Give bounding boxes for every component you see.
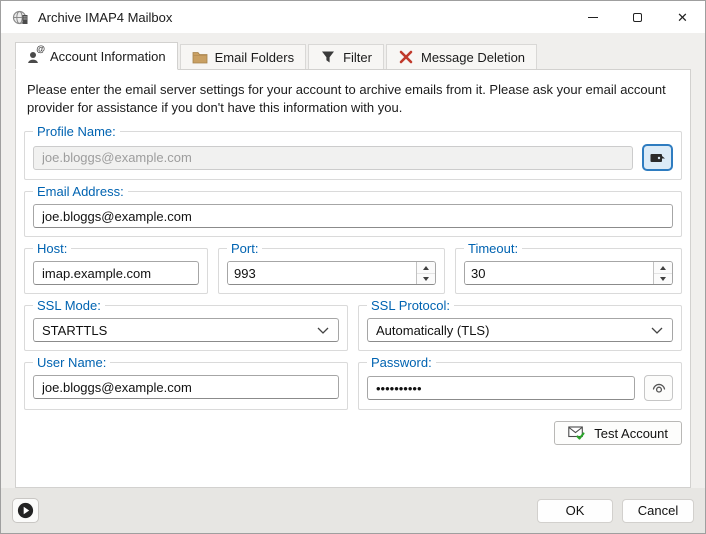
- minimize-button[interactable]: [570, 1, 615, 33]
- host-group: Host:: [24, 248, 208, 294]
- timeout-group: Timeout:: [455, 248, 682, 294]
- dialog-window: Archive IMAP4 Mailbox ✕ @ Account Inform…: [0, 0, 706, 534]
- tab-strip: @ Account Information Email Folders Filt…: [1, 41, 705, 69]
- timeout-label: Timeout:: [464, 241, 522, 256]
- port-increment-button[interactable]: [417, 262, 435, 273]
- window-title: Archive IMAP4 Mailbox: [38, 10, 570, 25]
- tab-label: Filter: [343, 50, 372, 65]
- window-controls: ✕: [570, 1, 705, 33]
- cancel-button[interactable]: Cancel: [622, 499, 694, 523]
- app-icon: [12, 9, 29, 26]
- email-address-label: Email Address:: [33, 184, 128, 199]
- ssl-protocol-label: SSL Protocol:: [367, 298, 454, 313]
- up-arrow-icon: [423, 266, 429, 270]
- port-input[interactable]: [228, 262, 416, 284]
- down-arrow-icon: [660, 277, 666, 281]
- account-information-page: Please enter the email server settings f…: [15, 69, 691, 488]
- host-port-timeout-row: Host: Port: Timeout:: [24, 248, 682, 305]
- password-label: Password:: [367, 355, 436, 370]
- port-spinner: [227, 261, 436, 285]
- tab-account-information[interactable]: @ Account Information: [15, 42, 178, 70]
- close-icon: ✕: [677, 11, 688, 24]
- tab-filter[interactable]: Filter: [308, 44, 384, 69]
- envelope-check-icon: [568, 426, 585, 440]
- email-address-input[interactable]: [33, 204, 673, 228]
- eye-icon: [651, 381, 667, 395]
- ssl-protocol-value: Automatically (TLS): [376, 323, 489, 338]
- timeout-spin-buttons: [653, 262, 672, 284]
- user-name-label: User Name:: [33, 355, 110, 370]
- tab-label: Email Folders: [215, 50, 294, 65]
- tab-message-deletion[interactable]: Message Deletion: [386, 44, 537, 69]
- password-group: Password:: [358, 362, 682, 410]
- port-label: Port:: [227, 241, 262, 256]
- port-spin-buttons: [416, 262, 435, 284]
- chevron-down-icon: [317, 327, 329, 334]
- user-name-group: User Name:: [24, 362, 348, 410]
- chevron-down-icon: [651, 327, 663, 334]
- reveal-password-button[interactable]: [644, 375, 673, 401]
- timeout-input[interactable]: [465, 262, 653, 284]
- password-input[interactable]: [367, 376, 635, 400]
- ssl-mode-label: SSL Mode:: [33, 298, 105, 313]
- ssl-protocol-group: SSL Protocol: Automatically (TLS): [358, 305, 682, 351]
- tab-label: Account Information: [50, 49, 166, 64]
- minimize-icon: [588, 17, 598, 18]
- profile-name-group: Profile Name:: [24, 131, 682, 180]
- red-x-icon: [398, 49, 414, 65]
- tab-email-folders[interactable]: Email Folders: [180, 44, 306, 69]
- rename-icon: [650, 152, 666, 164]
- filter-icon: [320, 49, 336, 65]
- ssl-mode-group: SSL Mode: STARTTLS: [24, 305, 348, 351]
- ssl-row: SSL Mode: STARTTLS SSL Protocol: Automat…: [24, 305, 682, 362]
- ssl-mode-value: STARTTLS: [42, 323, 107, 338]
- email-address-group: Email Address:: [24, 191, 682, 237]
- test-account-row: Test Account: [24, 421, 682, 445]
- title-bar: Archive IMAP4 Mailbox ✕: [1, 1, 705, 33]
- port-group: Port:: [218, 248, 445, 294]
- profile-name-label: Profile Name:: [33, 124, 120, 139]
- maximize-icon: [633, 13, 642, 22]
- footer-bar: OK Cancel: [1, 488, 705, 533]
- user-name-input[interactable]: [33, 375, 339, 399]
- host-input[interactable]: [33, 261, 199, 285]
- ssl-mode-select[interactable]: STARTTLS: [33, 318, 339, 342]
- timeout-spinner: [464, 261, 673, 285]
- credentials-row: User Name: Password:: [24, 362, 682, 421]
- down-arrow-icon: [423, 277, 429, 281]
- close-button[interactable]: ✕: [660, 1, 705, 33]
- intro-text: Please enter the email server settings f…: [27, 81, 679, 117]
- test-account-label: Test Account: [594, 426, 668, 441]
- up-arrow-icon: [660, 266, 666, 270]
- folder-icon: [192, 49, 208, 65]
- timeout-increment-button[interactable]: [654, 262, 672, 273]
- timeout-decrement-button[interactable]: [654, 273, 672, 285]
- test-account-button[interactable]: Test Account: [554, 421, 682, 445]
- profile-name-input[interactable]: [33, 146, 633, 170]
- ssl-protocol-select[interactable]: Automatically (TLS): [367, 318, 673, 342]
- ok-button[interactable]: OK: [537, 499, 613, 523]
- rename-profile-button[interactable]: [642, 144, 673, 171]
- maximize-button[interactable]: [615, 1, 660, 33]
- play-icon: [17, 502, 34, 519]
- user-at-icon: @: [27, 48, 43, 64]
- port-decrement-button[interactable]: [417, 273, 435, 285]
- tab-label: Message Deletion: [421, 50, 525, 65]
- host-label: Host:: [33, 241, 71, 256]
- help-video-button[interactable]: [12, 498, 39, 523]
